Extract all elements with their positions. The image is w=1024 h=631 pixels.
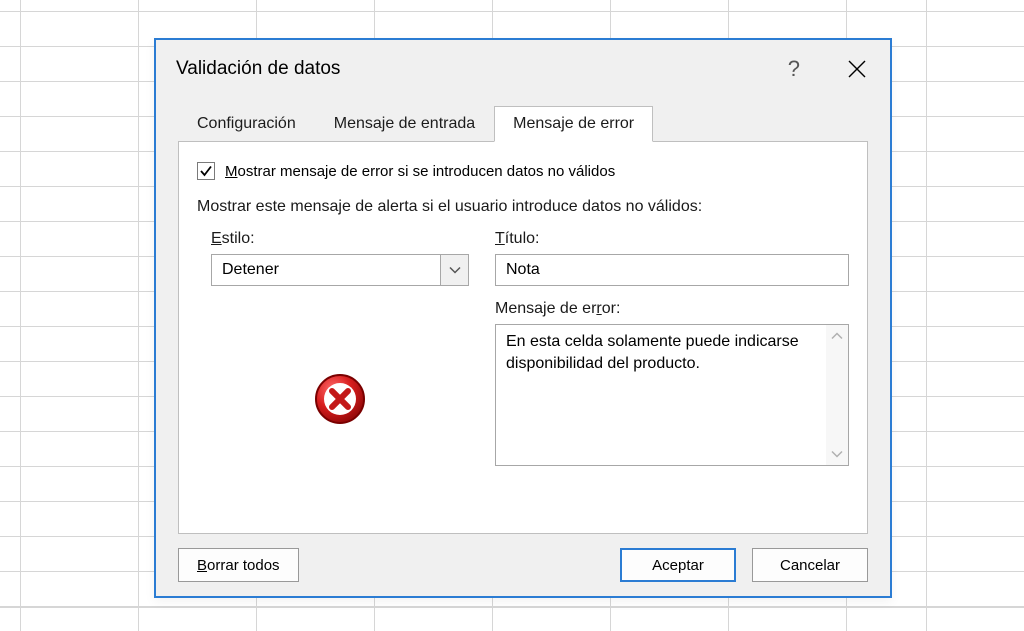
dialog-titlebar: Validación de datos ? <box>156 40 890 96</box>
tabs: Configuración Mensaje de entrada Mensaje… <box>178 106 868 141</box>
scroll-up-button[interactable] <box>826 325 848 347</box>
column-message: Título: Nota Mensaje de error: En esta c… <box>495 230 849 466</box>
chevron-down-icon <box>449 266 461 274</box>
style-preview-icon-wrap <box>211 372 469 426</box>
error-message-value: En esta celda solamente puede indicarse … <box>496 325 826 465</box>
stop-error-icon <box>313 372 367 426</box>
form-row: Estilo: Detener <box>211 230 849 466</box>
error-message-textarea[interactable]: En esta celda solamente puede indicarse … <box>495 324 849 466</box>
chevron-down-icon <box>831 450 843 458</box>
style-select[interactable]: Detener <box>211 254 469 286</box>
help-button[interactable]: ? <box>782 54 806 84</box>
show-error-checkbox-label: Mostrar mensaje de error si se introduce… <box>225 163 615 180</box>
scroll-down-button[interactable] <box>826 443 848 465</box>
title-input-value: Nota <box>506 261 540 279</box>
dialog-button-row: Borrar todos Aceptar Cancelar <box>156 534 890 582</box>
cancel-button[interactable]: Cancelar <box>752 548 868 582</box>
show-error-checkbox[interactable] <box>197 162 215 180</box>
data-validation-dialog: Validación de datos ? Configuración Mens… <box>154 38 892 598</box>
group-header: Mostrar este mensaje de alerta si el usu… <box>197 198 849 216</box>
style-label: Estilo: <box>211 230 469 248</box>
error-message-label: Mensaje de error: <box>495 300 849 318</box>
tab-mensaje-error[interactable]: Mensaje de error <box>494 106 653 142</box>
accept-button[interactable]: Aceptar <box>620 548 736 582</box>
column-style: Estilo: Detener <box>211 230 469 466</box>
close-icon <box>846 58 868 80</box>
title-input[interactable]: Nota <box>495 254 849 286</box>
style-select-dropdown-button[interactable] <box>440 255 468 285</box>
clear-all-button[interactable]: Borrar todos <box>178 548 299 582</box>
chevron-up-icon <box>831 332 843 340</box>
scroll-track[interactable] <box>826 347 848 443</box>
dialog-body: Configuración Mensaje de entrada Mensaje… <box>156 96 890 534</box>
close-button[interactable] <box>842 54 872 84</box>
show-error-checkbox-row: Mostrar mensaje de error si se introduce… <box>197 162 849 180</box>
tab-panel-mensaje-error: Mostrar mensaje de error si se introduce… <box>178 141 868 534</box>
tab-area: Configuración Mensaje de entrada Mensaje… <box>178 106 868 534</box>
titlebar-buttons: ? <box>782 54 872 84</box>
primary-button-group: Aceptar Cancelar <box>620 548 868 582</box>
title-label: Título: <box>495 230 849 248</box>
checkmark-icon <box>199 164 213 178</box>
textarea-scrollbar[interactable] <box>826 325 848 465</box>
tab-configuracion[interactable]: Configuración <box>178 106 315 141</box>
tab-mensaje-entrada[interactable]: Mensaje de entrada <box>315 106 494 141</box>
dialog-title: Validación de datos <box>176 58 340 80</box>
style-select-value: Detener <box>212 255 440 285</box>
